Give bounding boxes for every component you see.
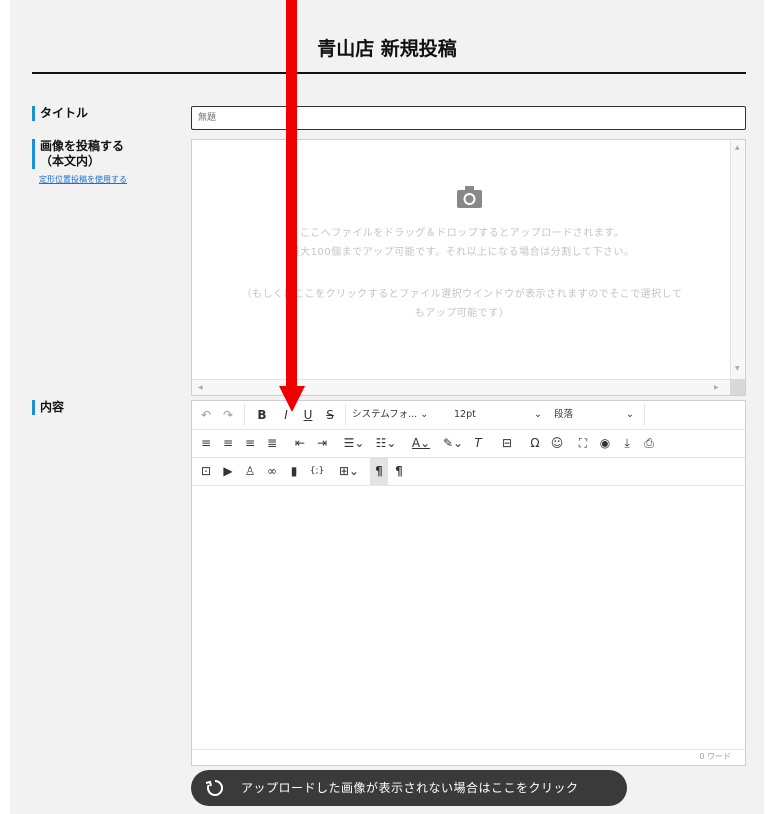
page-title: 青山店 新規投稿 xyxy=(317,38,457,60)
image-icon[interactable]: ⊡ xyxy=(198,457,214,485)
align-justify-icon[interactable]: ≣ xyxy=(264,429,280,457)
header-divider xyxy=(32,72,746,74)
fixed-position-link[interactable]: 定形位置投稿を使用する xyxy=(39,174,127,185)
word-count: 0 ワード xyxy=(699,752,731,761)
save-icon[interactable]: ⤓ xyxy=(618,429,636,457)
bullet-list-icon[interactable]: ☰⌄ xyxy=(340,429,368,457)
clear-format-icon[interactable]: T xyxy=(470,429,486,457)
toolbar-row-3: ⊡ ▶ ♙ ∞ ▮ {;} ⊞⌄ ¶ ¶ xyxy=(192,457,745,486)
code-sample-icon[interactable]: {;} xyxy=(308,457,326,485)
image-label-line2: （本文内） xyxy=(40,154,101,168)
vertical-scrollbar[interactable]: ▲ ▼ xyxy=(730,140,745,380)
preview-icon[interactable]: ◉ xyxy=(596,429,614,457)
redo-icon[interactable]: ↷ xyxy=(220,401,236,429)
annotation-arrow-head xyxy=(279,386,305,412)
scroll-right-icon[interactable]: ▶ xyxy=(714,384,719,391)
title-label: タイトル xyxy=(32,106,88,121)
link-icon[interactable]: ∞ xyxy=(264,457,280,485)
content-label: 内容 xyxy=(32,400,64,415)
highlight-color-icon[interactable]: ✎⌄ xyxy=(438,429,468,457)
chevron-down-icon: ⌄ xyxy=(534,409,542,420)
print-icon[interactable]: ⎙ xyxy=(640,429,658,457)
annotation-arrow xyxy=(286,0,297,395)
align-left-icon[interactable]: ≡ xyxy=(198,429,214,457)
reload-images-label: アップロードした画像が表示されない場合はここをクリック xyxy=(241,781,579,795)
scroll-up-icon[interactable]: ▲ xyxy=(735,144,740,151)
page-break-icon[interactable]: ⊟ xyxy=(498,429,516,457)
bookmark-icon[interactable]: ▮ xyxy=(286,457,302,485)
rich-text-editor: ↶ ↷ B I U S システムフォ... ⌄ 12pt ⌄ 段落 ⌄ ≡ ≡ ≡ … xyxy=(191,400,746,766)
dropzone-text-3: （もしくはここをクリックするとファイル選択ウインドウが表示されますのでそこで選択… xyxy=(241,289,683,300)
ltr-icon[interactable]: ¶ xyxy=(370,457,388,485)
bold-icon[interactable]: B xyxy=(254,401,270,429)
font-family-select[interactable]: システムフォ... ⌄ xyxy=(352,401,446,429)
font-size-select[interactable]: 12pt ⌄ xyxy=(454,401,548,429)
emoji-icon[interactable]: ☺ xyxy=(548,429,566,457)
page-panel: 青山店 新規投稿 タイトル 画像を投稿する （本文内） 定形位置投稿を使用する … xyxy=(10,0,764,814)
image-label: 画像を投稿する （本文内） xyxy=(32,139,124,169)
align-center-icon[interactable]: ≡ xyxy=(220,429,236,457)
scroll-left-icon[interactable]: ◀ xyxy=(198,384,203,391)
toolbar-row-1: ↶ ↷ B I U S システムフォ... ⌄ 12pt ⌄ 段落 ⌄ xyxy=(192,401,745,430)
scroll-down-icon[interactable]: ▼ xyxy=(735,365,740,372)
dropzone-text-4: もアップ可能です） xyxy=(414,308,510,319)
align-right-icon[interactable]: ≡ xyxy=(242,429,258,457)
text-color-icon[interactable]: A⌄ xyxy=(406,429,436,457)
image-dropzone[interactable]: ここへファイルをドラッグ＆ドロップするとアップロードされます。 最大100個まで… xyxy=(191,139,746,396)
table-icon[interactable]: ⊞⌄ xyxy=(336,457,362,485)
undo-icon[interactable]: ↶ xyxy=(198,401,214,429)
reload-images-button[interactable]: アップロードした画像が表示されない場合はここをクリック xyxy=(191,770,627,806)
toolbar-row-2: ≡ ≡ ≡ ≣ ⇤ ⇥ ☰⌄ ☷⌄ A⌄ ✎⌄ T ⊟ Ω ☺ ⛶ ◉ ⤓ ⎙ xyxy=(192,429,745,458)
dropzone-text-1: ここへファイルをドラッグ＆ドロップするとアップロードされます。 xyxy=(299,228,625,239)
editor-statusbar: 0 ワード xyxy=(192,749,745,765)
font-family-value: システムフォ... xyxy=(352,409,418,420)
horizontal-scrollbar[interactable]: ◀ ▶ xyxy=(192,379,731,395)
media-icon[interactable]: ▶ xyxy=(220,457,236,485)
rtl-icon[interactable]: ¶ xyxy=(390,457,408,485)
font-size-value: 12pt xyxy=(454,409,476,420)
special-char-icon[interactable]: Ω xyxy=(526,429,544,457)
fullscreen-icon[interactable]: ⛶ xyxy=(574,429,592,457)
indent-icon[interactable]: ⇥ xyxy=(314,429,330,457)
image-label-line1: 画像を投稿する xyxy=(40,139,125,153)
block-format-value: 段落 xyxy=(554,409,574,420)
block-format-select[interactable]: 段落 ⌄ xyxy=(554,401,644,429)
chevron-down-icon: ⌄ xyxy=(626,409,634,420)
refresh-icon xyxy=(205,779,224,796)
title-input[interactable] xyxy=(191,106,746,130)
numbered-list-icon[interactable]: ☷⌄ xyxy=(372,429,400,457)
dropzone-text-2: 最大100個までアップ可能です。それ以上になる場合は分割して下さい。 xyxy=(289,247,635,258)
scrollbar-corner xyxy=(730,379,745,395)
strikethrough-icon[interactable]: S xyxy=(322,401,338,429)
camera-icon xyxy=(457,186,482,208)
chevron-down-icon: ⌄ xyxy=(420,409,429,420)
outdent-icon[interactable]: ⇤ xyxy=(292,429,308,457)
stamp-icon[interactable]: ♙ xyxy=(242,457,258,485)
